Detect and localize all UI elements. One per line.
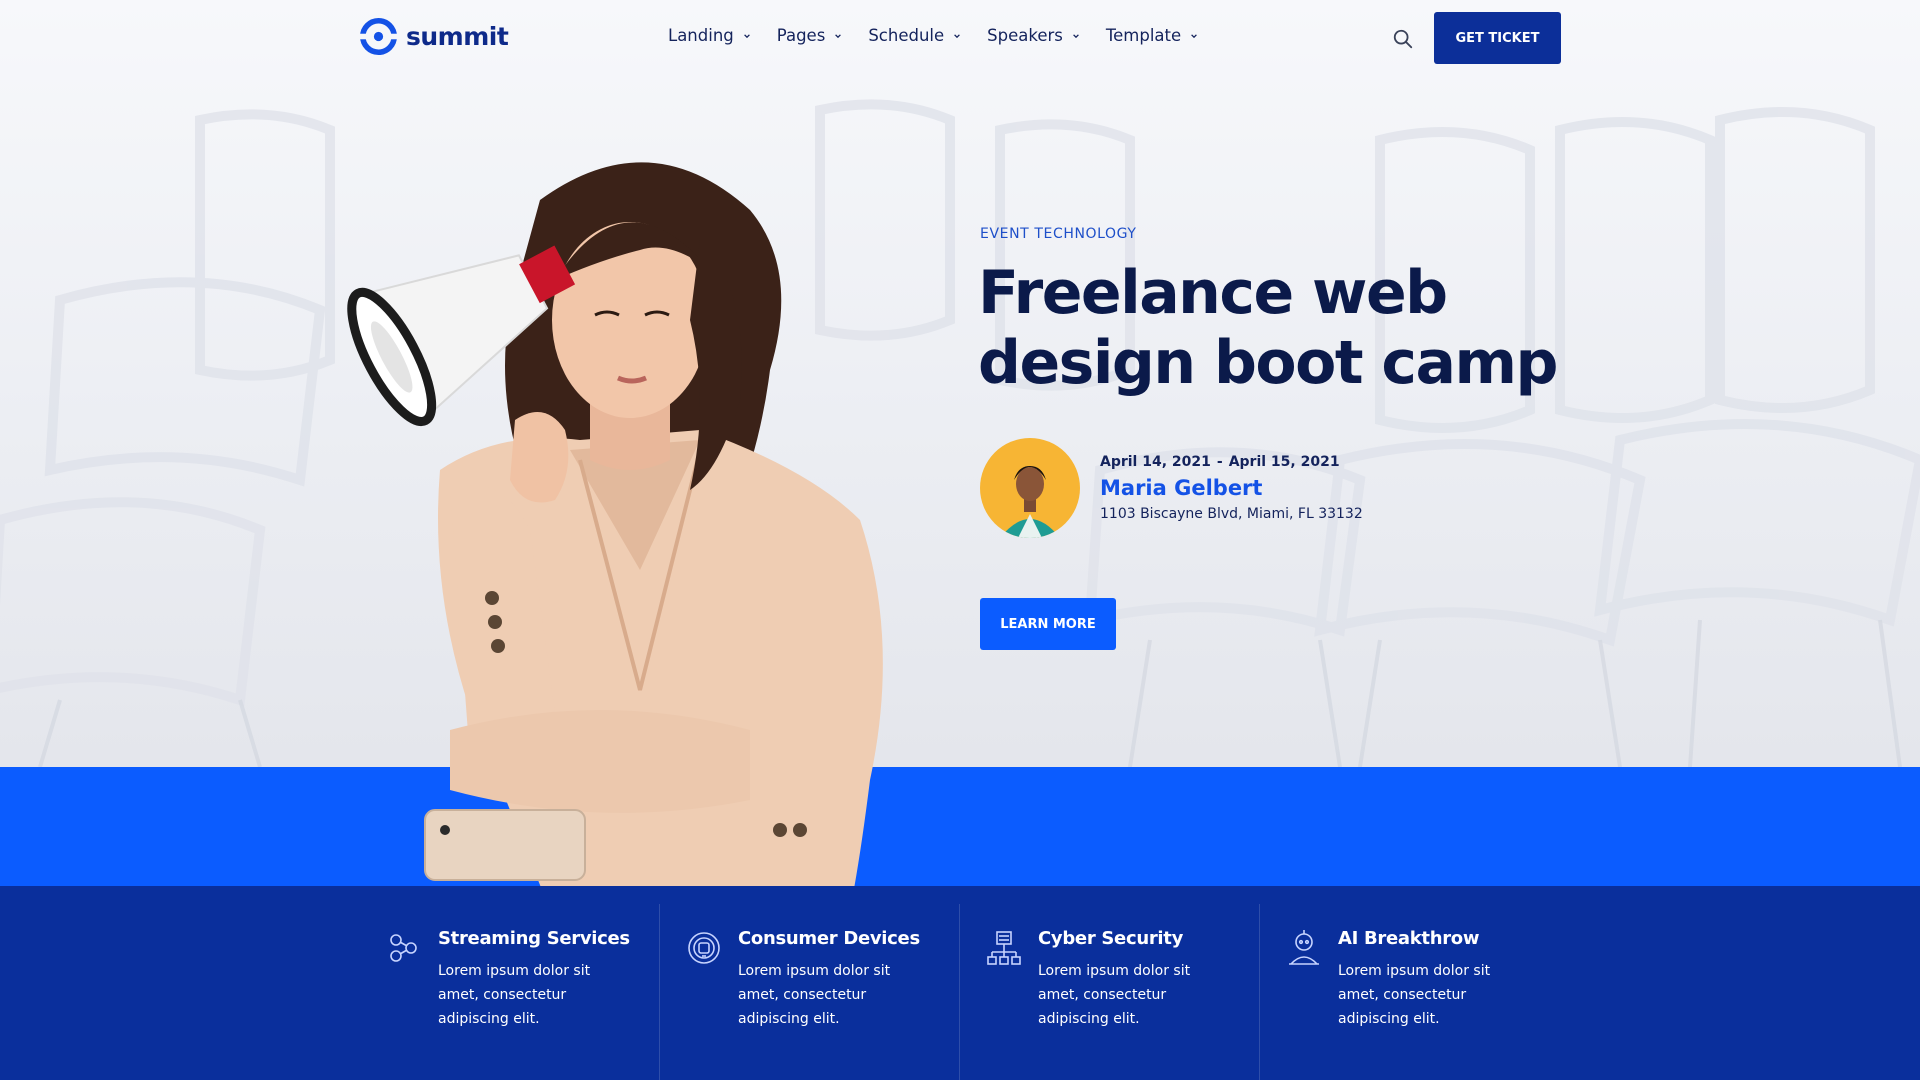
feature-body: Streaming Services Lorem ipsum dolor sit… <box>438 928 630 1080</box>
feature-text: Lorem ipsum dolor sit amet, consectetur … <box>1038 963 1191 1027</box>
feature-title: Streaming Services <box>438 928 630 949</box>
chevron-down-icon <box>1191 33 1198 38</box>
menu-item-speakers[interactable]: Speakers <box>987 26 1080 45</box>
feature-title: Consumer Devices <box>738 928 920 949</box>
device-icon <box>688 932 720 964</box>
summit-logo-icon <box>360 18 397 55</box>
feature-text: Lorem ipsum dolor sit amet, consectetur … <box>1338 963 1491 1027</box>
brand-name: summit <box>406 22 509 51</box>
chevron-down-icon <box>954 33 960 38</box>
hero-eyebrow: EVENT TECHNOLOGY <box>980 226 1137 242</box>
feature-devices: Consumer Devices Lorem ipsum dolor sit a… <box>660 904 960 1080</box>
feature-body: Cyber Security Lorem ipsum dolor sit ame… <box>1038 928 1208 1080</box>
chevron-down-icon <box>743 33 750 38</box>
start-date: April 14, 2021 <box>1100 454 1211 470</box>
menu-item-label: Schedule <box>868 26 945 45</box>
feature-body: AI Breakthrow Lorem ipsum dolor sit amet… <box>1338 928 1508 1080</box>
menu-item-schedule[interactable]: Schedule <box>868 26 961 45</box>
ai-head-icon <box>1289 930 1319 965</box>
network-icon <box>987 931 1021 965</box>
date-separator: - <box>1216 454 1223 470</box>
feature-title: Cyber Security <box>1038 928 1184 949</box>
feature-security: Cyber Security Lorem ipsum dolor sit ame… <box>960 904 1260 1080</box>
speaker-info: April 14, 2021 - April 15, 2021 Maria Ge… <box>1100 454 1363 522</box>
menu-item-label: Speakers <box>987 26 1063 45</box>
brand-logo[interactable]: summit <box>360 18 509 55</box>
speaker-name[interactable]: Maria Gelbert <box>1100 476 1363 500</box>
feature-body: Consumer Devices Lorem ipsum dolor sit a… <box>738 928 920 1080</box>
learn-more-button[interactable]: LEARN MORE <box>980 598 1116 650</box>
features-row: Streaming Services Lorem ipsum dolor sit… <box>360 904 1560 1080</box>
chevron-down-icon <box>1073 33 1079 38</box>
menu-item-template[interactable]: Template <box>1106 26 1198 45</box>
speaker-block: April 14, 2021 - April 15, 2021 Maria Ge… <box>980 438 1363 538</box>
menu-item-label: Template <box>1105 26 1182 45</box>
hero-headline: Freelance web design boot camp <box>978 258 1558 398</box>
feature-ai: AI Breakthrow Lorem ipsum dolor sit amet… <box>1260 904 1560 1080</box>
feature-text: Lorem ipsum dolor sit amet, consectetur … <box>738 963 891 1027</box>
speaker-photo <box>980 438 1080 538</box>
menu-item-label: Landing <box>668 26 734 45</box>
event-address: 1103 Biscayne Blvd, Miami, FL 33132 <box>1100 506 1363 522</box>
end-date: April 15, 2021 <box>1228 454 1340 470</box>
feature-streaming: Streaming Services Lorem ipsum dolor sit… <box>360 904 660 1080</box>
search-icon[interactable] <box>1392 28 1414 50</box>
menu-item-label: Pages <box>776 26 826 45</box>
feature-text: Lorem ipsum dolor sit amet, consectetur … <box>438 963 591 1027</box>
menu-item-landing[interactable]: Landing <box>668 26 751 45</box>
top-navbar: summit Landing Pages Schedule Speakers T… <box>0 0 1920 78</box>
event-dates: April 14, 2021 - April 15, 2021 <box>1100 454 1363 470</box>
speaker-avatar[interactable] <box>980 438 1080 538</box>
feature-title: AI Breakthrow <box>1338 928 1480 949</box>
streaming-icon <box>390 934 417 962</box>
hero-background <box>0 0 1920 767</box>
auditorium-chairs-image <box>0 99 1920 767</box>
menu-item-pages[interactable]: Pages <box>777 26 843 45</box>
get-ticket-button[interactable]: GET TICKET <box>1434 12 1561 64</box>
main-menu: Landing Pages Schedule Speakers Template <box>668 26 1198 45</box>
accent-band <box>0 767 1920 887</box>
chevron-down-icon <box>835 33 842 38</box>
woman-with-megaphone-image <box>347 162 883 887</box>
